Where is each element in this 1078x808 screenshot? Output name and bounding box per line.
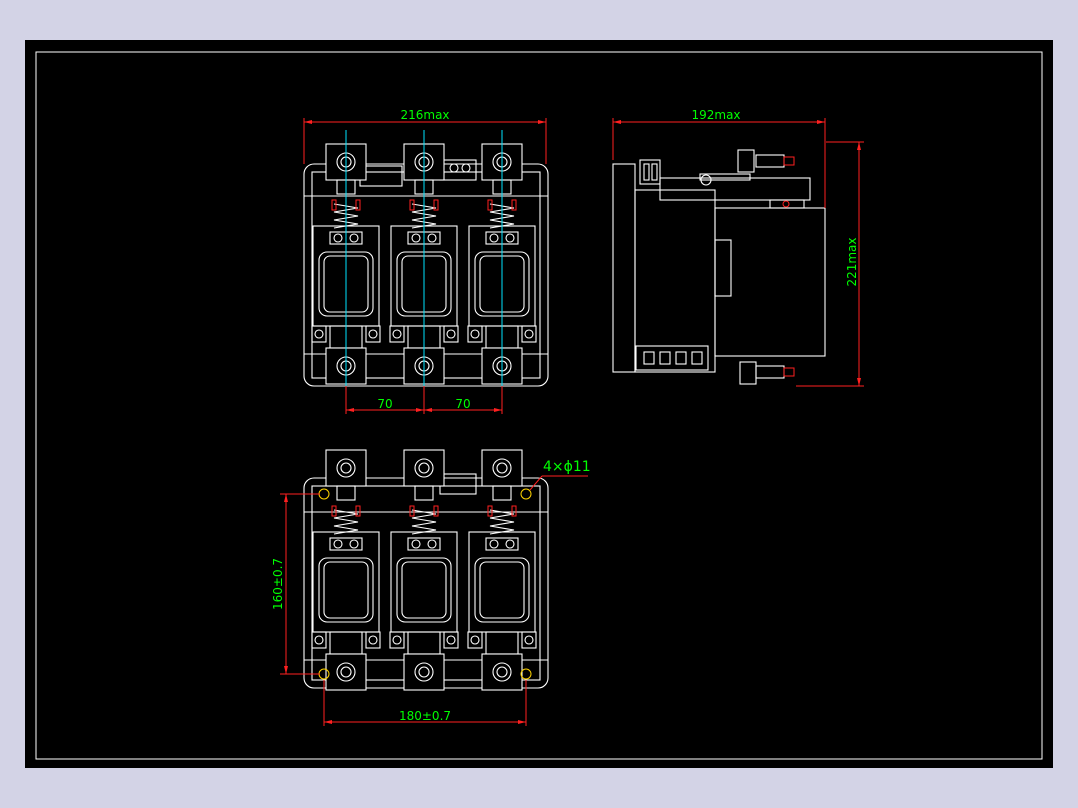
front-view: 216max 70 70 (303, 108, 549, 414)
pitch-left-label: 70 (377, 397, 392, 411)
side-depth-label: 192max (691, 108, 740, 122)
side-height-label: 221max (845, 237, 859, 286)
bottom-view: 4×ϕ11 160±0.7 180±0.7 (271, 449, 591, 726)
sheet-inner-border (35, 51, 1043, 760)
holes-label: 4×ϕ11 (543, 459, 591, 475)
mounting-hole (520, 488, 532, 500)
front-width-label: 216max (400, 108, 449, 122)
cad-drawing-canvas: 216max 70 70 192max 221max 4×ϕ11 160±0.7… (35, 51, 1043, 760)
side-view: 192max 221max (612, 108, 864, 387)
bottom-width-label: 180±0.7 (399, 709, 451, 723)
drawing-sheet: 216max 70 70 192max 221max 4×ϕ11 160±0.7… (25, 40, 1053, 768)
side-view-base-plate (612, 163, 636, 373)
pitch-right-label: 70 (455, 397, 470, 411)
mounting-hole (318, 488, 330, 500)
bottom-height-label: 160±0.7 (271, 558, 285, 610)
